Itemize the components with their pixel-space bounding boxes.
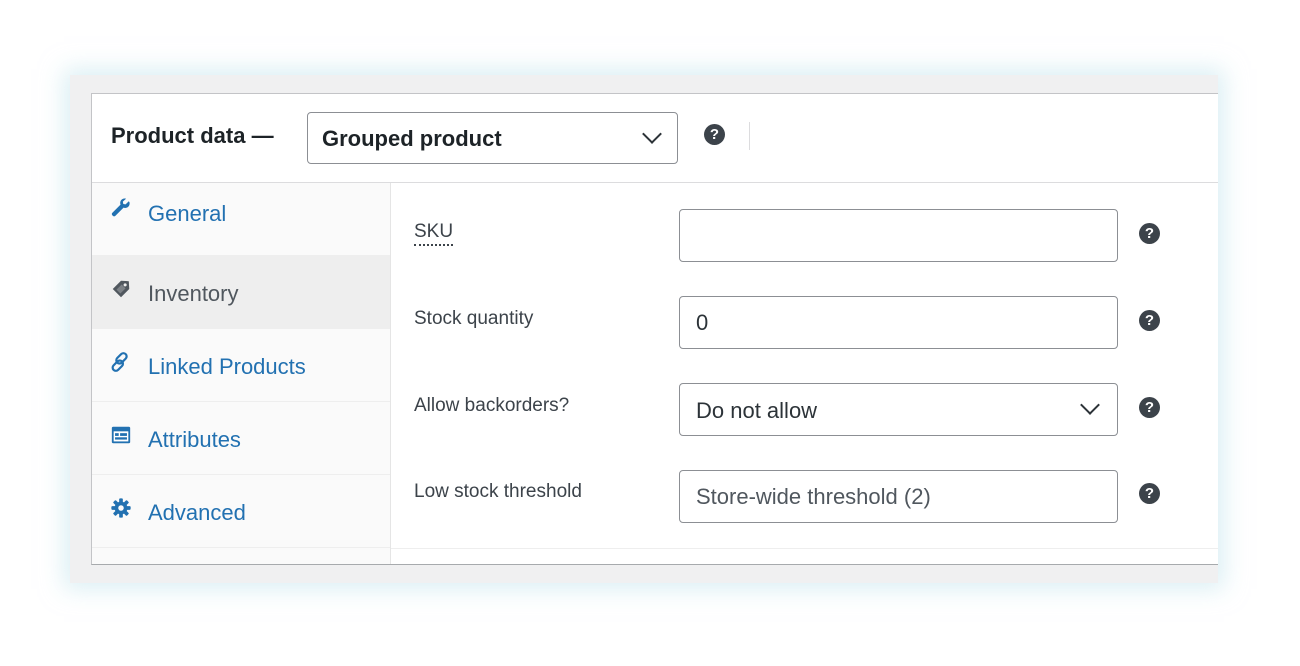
stock-quantity-input[interactable] bbox=[679, 296, 1118, 349]
panel-header: Product data — Grouped product ? bbox=[92, 94, 1218, 183]
panel-title: Product data — bbox=[111, 123, 274, 148]
tab-label: Advanced bbox=[148, 500, 246, 525]
help-icon[interactable]: ? bbox=[1139, 483, 1160, 504]
header-divider bbox=[749, 122, 750, 150]
help-icon[interactable]: ? bbox=[1139, 223, 1160, 244]
wrench-icon bbox=[111, 198, 130, 217]
help-icon[interactable]: ? bbox=[1139, 397, 1160, 418]
sku-label: SKU bbox=[414, 221, 454, 246]
backorders-label: Allow backorders? bbox=[414, 395, 570, 416]
link-icon bbox=[111, 352, 128, 372]
chevron-down-icon bbox=[1080, 395, 1100, 415]
low-stock-input[interactable] bbox=[679, 470, 1118, 523]
tab-label: Linked Products bbox=[148, 354, 306, 379]
tab-general[interactable]: General bbox=[92, 183, 390, 256]
help-icon[interactable]: ? bbox=[1139, 310, 1160, 331]
low-stock-label: Low stock threshold bbox=[414, 481, 582, 502]
tag-icon bbox=[112, 280, 130, 298]
help-icon[interactable]: ? bbox=[704, 124, 725, 145]
tab-label: General bbox=[148, 201, 227, 226]
chevron-down-icon bbox=[642, 124, 662, 144]
product-type-value: Grouped product bbox=[322, 126, 502, 151]
product-data-tabs: General Inventory Linked Products Attrib… bbox=[92, 183, 391, 564]
gear-icon bbox=[111, 498, 131, 518]
backorders-value: Do not allow bbox=[696, 398, 818, 423]
tab-linked-products[interactable]: Linked Products bbox=[92, 329, 390, 402]
list-icon bbox=[111, 426, 131, 444]
product-data-panel: Product data — Grouped product ? General… bbox=[91, 93, 1218, 565]
backorders-select[interactable]: Do not allow bbox=[679, 383, 1118, 436]
stock-quantity-label: Stock quantity bbox=[414, 308, 534, 329]
tab-label: Attributes bbox=[148, 427, 241, 452]
tab-advanced[interactable]: Advanced bbox=[92, 475, 390, 548]
inventory-fields: SKU ? Stock quantity ? Allow backorders?… bbox=[391, 183, 1218, 549]
tab-label: Inventory bbox=[148, 281, 239, 306]
tab-attributes[interactable]: Attributes bbox=[92, 402, 390, 475]
sku-input[interactable] bbox=[679, 209, 1118, 262]
product-type-select[interactable]: Grouped product bbox=[307, 112, 678, 164]
tab-inventory[interactable]: Inventory bbox=[92, 256, 390, 329]
